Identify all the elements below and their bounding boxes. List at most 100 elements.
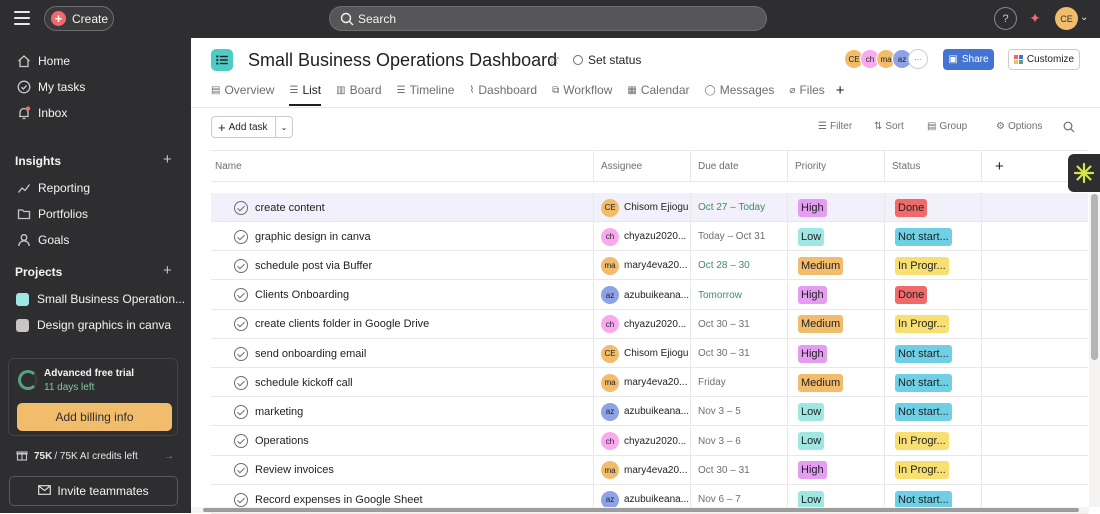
search-tasks-icon[interactable] [1063,121,1075,133]
task-name[interactable]: Operations [255,435,309,447]
assignee-cell[interactable]: ma mary4eva20... [601,368,687,397]
task-name-cell[interactable]: marketing [234,397,303,426]
complete-check-icon[interactable] [234,258,248,273]
status-cell[interactable]: Done [895,193,928,222]
add-billing-info-button[interactable]: Add billing info [17,403,172,431]
menu-icon[interactable] [14,11,30,25]
tab-workflow[interactable]: ⧉ Workflow [552,80,612,100]
status-cell[interactable]: In Progr... [895,427,949,456]
assignee-cell[interactable]: az azubuikeana... [601,281,689,310]
task-name[interactable]: schedule post via Buffer [255,260,372,272]
sidebar-item-goals[interactable]: Goals [16,230,69,250]
due-date-cell[interactable]: Today – Oct 31 [698,222,765,251]
priority-cell[interactable]: Low [798,397,825,426]
complete-check-icon[interactable] [234,375,248,390]
task-name[interactable]: graphic design in canva [255,231,371,243]
complete-check-icon[interactable] [234,492,248,507]
table-row[interactable]: schedule kickoff call ma mary4eva20... Frid… [211,368,1088,398]
column-header-status[interactable]: Status [888,151,920,182]
tab-board[interactable]: ▥ Board [336,80,381,100]
due-date-cell[interactable]: Friday [698,368,726,397]
table-row[interactable]: create clients folder in Google Drive ch c… [211,309,1088,339]
task-name-cell[interactable]: graphic design in canva [234,222,371,251]
priority-cell[interactable]: Low [798,222,825,251]
due-date-cell[interactable]: Tomorrow [698,281,742,310]
create-button[interactable]: + Create [44,6,114,31]
add-column-icon[interactable]: + [991,151,1004,182]
assignee-cell[interactable]: ch chyazu2020... [601,310,686,339]
horizontal-scrollbar[interactable] [191,507,1089,513]
priority-cell[interactable]: High [798,339,827,368]
complete-check-icon[interactable] [234,346,248,361]
complete-check-icon[interactable] [234,229,248,244]
task-name-cell[interactable]: schedule post via Buffer [234,251,372,280]
task-name[interactable]: Clients Onboarding [255,289,349,301]
due-date-cell[interactable]: Oct 30 – 31 [698,339,750,368]
chevron-down-icon[interactable]: ⌄ [276,117,292,137]
status-cell[interactable]: Not start... [895,222,952,251]
search-input[interactable]: Search [329,6,767,31]
task-name-cell[interactable]: Operations [234,427,309,456]
sidebar-project-design-graphics[interactable]: Design graphics in canva [16,315,171,335]
due-date-cell[interactable]: Nov 3 – 6 [698,427,741,456]
due-date-cell[interactable]: Oct 30 – 31 [698,310,750,339]
add-project-icon[interactable]: + [163,262,172,279]
priority-cell[interactable]: Medium [798,310,844,339]
priority-cell[interactable]: High [798,193,827,222]
sidebar-project-small-business[interactable]: Small Business Operation... [16,289,185,309]
sidebar-item-home[interactable]: Home [16,51,70,71]
task-name[interactable]: Review invoices [255,464,334,476]
tab-list[interactable]: ☰ List [289,80,321,106]
tab-files[interactable]: ⌀ Files [789,80,824,100]
status-cell[interactable]: Not start... [895,397,952,426]
column-header-due-date[interactable]: Due date [694,151,739,182]
status-cell[interactable]: In Progr... [895,456,949,485]
table-row[interactable]: schedule post via Buffer ma mary4eva20... O… [211,251,1088,281]
complete-check-icon[interactable] [234,317,248,332]
table-row[interactable]: send onboarding email CE Chisom Ejiogu Oct … [211,339,1088,368]
complete-check-icon[interactable] [234,200,248,215]
scrollbar-thumb[interactable] [1091,194,1098,360]
assignee-cell[interactable]: ch chyazu2020... [601,427,686,456]
priority-cell[interactable]: Low [798,427,825,456]
column-header-priority[interactable]: Priority [791,151,826,182]
asana-ai-widget[interactable] [1068,154,1100,192]
complete-check-icon[interactable] [234,463,248,478]
ai-sparkle-icon[interactable]: ✦ [1026,9,1044,27]
column-header-assignee[interactable]: Assignee [597,151,642,182]
user-avatar[interactable]: CE [1055,7,1078,30]
share-button[interactable]: ▣ Share [943,49,994,70]
options-button[interactable]: ⚙ Options [996,121,1042,132]
group-button[interactable]: ▤ Group [927,121,967,132]
status-cell[interactable]: Not start... [895,368,952,397]
assignee-cell[interactable]: az azubuikeana... [601,397,689,426]
assignee-cell[interactable]: CE Chisom Ejiogu [601,193,688,222]
priority-cell[interactable]: High [798,281,827,310]
sidebar-item-portfolios[interactable]: Portfolios [16,204,88,224]
due-date-cell[interactable]: Oct 30 – 31 [698,456,750,485]
table-row[interactable]: graphic design in canva ch chyazu2020... To… [211,222,1088,252]
table-row[interactable]: marketing az azubuikeana... Nov 3 – 5 Low Not… [211,397,1088,427]
status-cell[interactable]: In Progr... [895,251,949,280]
priority-cell[interactable]: Medium [798,251,844,280]
due-date-cell[interactable]: Oct 28 – 30 [698,251,750,280]
complete-check-icon[interactable] [234,434,248,449]
projects-section-title[interactable]: Projects [15,265,62,279]
task-name-cell[interactable]: Review invoices [234,456,334,485]
scrollbar-thumb[interactable] [203,508,1079,512]
task-name-cell[interactable]: create content [234,193,325,222]
task-name[interactable]: schedule kickoff call [255,377,353,389]
tab-overview[interactable]: ▤ Overview [211,80,274,100]
add-task-main[interactable]: + Add task [212,117,276,137]
tab-dashboard[interactable]: ⌇ Dashboard [469,80,537,100]
assignee-cell[interactable]: ch chyazu2020... [601,222,686,251]
task-name-cell[interactable]: send onboarding email [234,339,366,368]
table-row[interactable]: Review invoices ma mary4eva20... Oct 30 – 3… [211,455,1088,485]
status-cell[interactable]: Not start... [895,339,952,368]
add-task-button[interactable]: + Add task ⌄ [211,116,293,138]
project-list-icon[interactable] [211,49,233,71]
task-name[interactable]: create clients folder in Google Drive [255,318,429,330]
complete-check-icon[interactable] [234,404,248,419]
assignee-cell[interactable]: ma mary4eva20... [601,251,687,280]
add-insight-icon[interactable]: + [163,151,172,168]
